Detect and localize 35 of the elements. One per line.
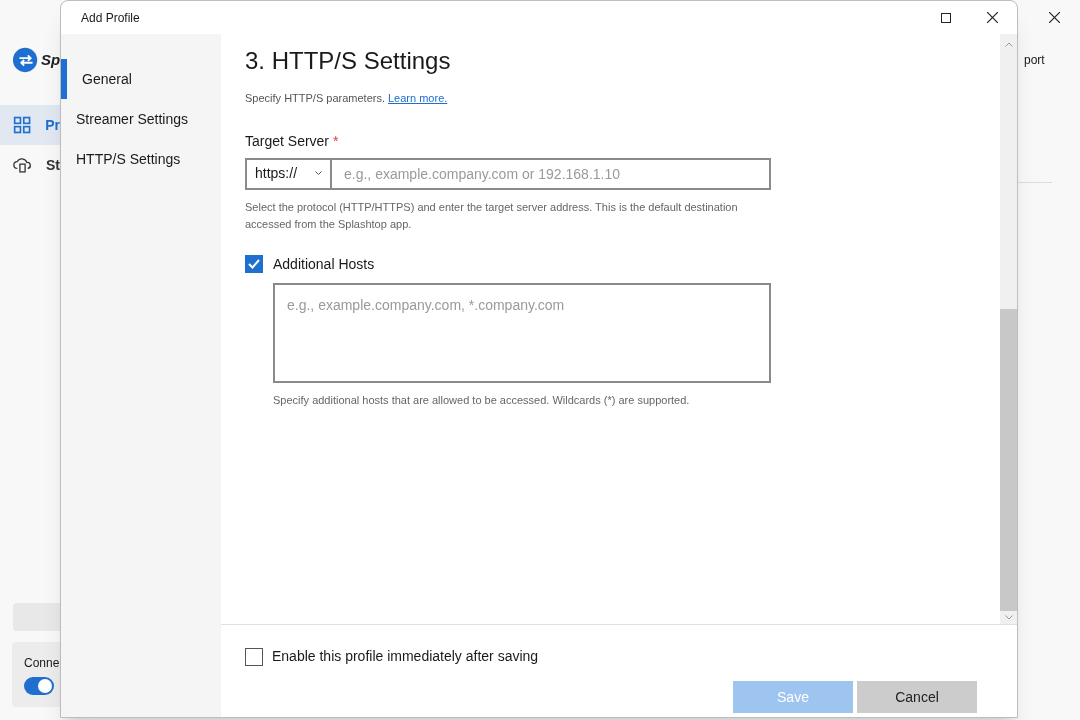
sidebar-item[interactable]: HTTP/S Settings [61, 139, 221, 179]
header-text: port [1024, 52, 1045, 69]
intro-text: Specify HTTP/S parameters. [245, 91, 385, 106]
page-heading: 3. HTTP/S Settings [245, 46, 452, 76]
checkbox-label: Additional Hosts [273, 254, 375, 274]
sidebar-item[interactable]: Streamer Settings [61, 99, 221, 139]
required-mark: * [333, 131, 339, 151]
protocol-dropdown[interactable]: https:// [245, 157, 332, 190]
checkbox-label: Enable this profile immediately after saving [272, 647, 539, 666]
scrollbar[interactable] [1000, 34, 1017, 624]
toggle-switch[interactable] [24, 677, 54, 695]
sidebar-item[interactable]: General [61, 59, 221, 99]
checkbox[interactable] [245, 647, 263, 666]
grid-icon [13, 114, 32, 136]
chevron-down-icon [315, 171, 322, 176]
hosts-text-area[interactable]: e.g., example.company.com, *.company.com [273, 282, 771, 383]
window-title: Add Profile [81, 9, 140, 27]
help-text: Select the protocol (HTTP/HTTPS) and enter the target server address. This is the default destination accessed from the Splashtop app. [245, 199, 739, 232]
logo-text: Sp [41, 49, 61, 70]
checkbox[interactable] [245, 255, 263, 273]
scroll-thumb[interactable] [1000, 309, 1017, 611]
field-label: Target Server [245, 131, 330, 151]
help-text: Specify additional hosts that are allowed to be accessed. Wildcards (*) are supported. [273, 392, 691, 408]
chevron-down-icon[interactable] [1004, 615, 1013, 620]
logo-icon [12, 46, 40, 74]
close-icon [986, 12, 998, 23]
learn-more-link[interactable]: Learn more. [388, 90, 448, 107]
nav-item[interactable]: St [0, 145, 60, 185]
close-icon [1048, 11, 1060, 23]
nav-item[interactable]: Pr [0, 105, 60, 145]
status-label: Conne [24, 655, 60, 672]
cancel-button[interactable]: Cancel [857, 681, 977, 713]
maximize-icon [941, 12, 951, 23]
server-input-field[interactable]: e.g., example.company.com or 192.168.1.10 [332, 157, 771, 190]
chevron-up-icon[interactable] [1004, 42, 1013, 47]
